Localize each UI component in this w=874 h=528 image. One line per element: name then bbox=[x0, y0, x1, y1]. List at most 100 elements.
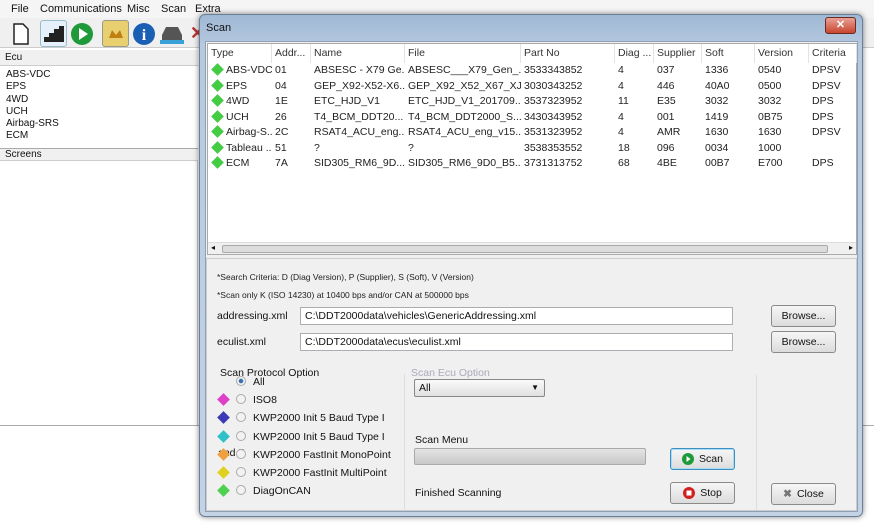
table-row[interactable]: ABS-VDC 01 ABSESC - X79 Ge... ABSESC___X79_… bbox=[208, 63, 856, 79]
cell-text: ETC_HJD_V1_201709... bbox=[408, 95, 521, 107]
table-cell: 18 bbox=[615, 141, 654, 156]
cell-text: ECM bbox=[226, 157, 250, 169]
info-icon[interactable]: i bbox=[130, 20, 157, 47]
column-header[interactable]: File bbox=[405, 44, 521, 63]
table-row[interactable]: Airbag-S... 2C RSAT4_ACU_eng... RSAT4_ACU_e… bbox=[208, 125, 856, 141]
scroll-right-icon[interactable]: ▸ bbox=[849, 243, 853, 252]
ecu-item[interactable]: EPS bbox=[6, 81, 192, 93]
protocol-option[interactable]: ISO8 bbox=[217, 392, 277, 408]
horizontal-scrollbar[interactable]: ◂ ▸ bbox=[208, 242, 856, 254]
radio-button[interactable] bbox=[236, 412, 246, 423]
menu-misc[interactable]: Misc bbox=[127, 3, 150, 15]
engine-icon[interactable] bbox=[102, 20, 129, 47]
chevron-down-icon: ▼ bbox=[531, 383, 539, 392]
protocol-option[interactable]: KWP2000 FastInit MultiPoint bbox=[217, 465, 387, 481]
addressing-input[interactable]: C:\DDT2000data\vehicles\GenericAddressin… bbox=[300, 307, 733, 325]
column-header[interactable]: Name bbox=[311, 44, 405, 63]
scan-label: Scan bbox=[699, 453, 723, 465]
eculist-label: eculist.xml bbox=[217, 336, 267, 348]
table-cell: 1630 bbox=[755, 125, 809, 140]
cell-text: ABSESC___X79_Gen_... bbox=[408, 64, 521, 76]
menu-scan[interactable]: Scan bbox=[161, 3, 186, 15]
column-header[interactable]: Criteria bbox=[809, 44, 857, 63]
protocol-option[interactable]: KWP2000 FastInit MonoPoint bbox=[217, 447, 391, 463]
column-header[interactable]: Addr... bbox=[272, 44, 311, 63]
table-row[interactable]: Tableau ... 51?? 3538353552 18 096 0034 1000 bbox=[208, 140, 856, 157]
table-cell: DPS bbox=[809, 110, 857, 125]
cell-text: 04 bbox=[275, 79, 287, 92]
protocol-label: KWP2000 Init 5 Baud Type I bbox=[253, 412, 385, 425]
ecu-item[interactable]: ECM bbox=[6, 130, 192, 142]
table-row[interactable]: EPS 04 GEP_X92-X52-X6... GEP_X92_X52_X67_XJ… bbox=[208, 78, 856, 95]
table-cell: 3731313752 bbox=[521, 156, 615, 171]
table-cell: DPS bbox=[809, 94, 857, 109]
eculist-input[interactable]: C:\DDT2000data\ecus\eculist.xml bbox=[300, 333, 733, 351]
cell-text: AMR bbox=[657, 126, 681, 138]
scroll-left-icon[interactable]: ◂ bbox=[211, 243, 215, 252]
new-document-icon[interactable] bbox=[7, 20, 34, 47]
cell-text: DPS bbox=[812, 95, 834, 107]
browse-eculist-button[interactable]: Browse... bbox=[771, 331, 836, 353]
radio-button[interactable] bbox=[236, 430, 246, 441]
radio-button[interactable] bbox=[236, 485, 246, 496]
car-icon[interactable] bbox=[158, 20, 185, 47]
browse-label: Browse... bbox=[781, 310, 826, 322]
ecu-item[interactable]: 4WD bbox=[6, 94, 192, 106]
menu-communications[interactable]: Communications bbox=[40, 3, 122, 15]
protocol-option[interactable]: DiagOnCAN bbox=[217, 483, 311, 499]
browse-addressing-button[interactable]: Browse... bbox=[771, 305, 836, 327]
table-cell: 001 bbox=[654, 110, 702, 125]
table-cell: RSAT4_ACU_eng_v15... bbox=[405, 125, 521, 140]
column-header[interactable]: Diag ... bbox=[615, 44, 654, 63]
green-diamond-icon bbox=[211, 78, 224, 92]
cell-text: T4_BCM_DDT2000_S... bbox=[408, 110, 521, 123]
column-header[interactable]: Part No bbox=[521, 44, 615, 63]
dialog-title: Scan bbox=[206, 22, 232, 34]
ecu-item[interactable]: Airbag-SRS bbox=[6, 118, 192, 130]
column-header[interactable]: Soft bbox=[702, 44, 755, 63]
radio-button[interactable] bbox=[236, 394, 246, 405]
cell-text: 3032 bbox=[758, 95, 782, 107]
table-cell: 4 bbox=[615, 63, 654, 78]
radio-button[interactable] bbox=[236, 376, 246, 386]
bar-steps-icon[interactable] bbox=[40, 20, 67, 47]
table-row[interactable]: UCH 26 T4_BCM_DDT20... T4_BCM_DDT2000_S... 3… bbox=[208, 109, 857, 126]
addressing-label: addressing.xml bbox=[217, 310, 288, 322]
scroll-thumb[interactable] bbox=[222, 245, 828, 253]
radio-button[interactable] bbox=[236, 467, 246, 477]
close-button[interactable]: ✖ Close bbox=[771, 483, 836, 505]
ecu-item[interactable]: ABS-VDC bbox=[6, 69, 192, 81]
green-diamond-icon bbox=[211, 156, 224, 169]
ecu-list: ABS-VDC EPS 4WD UCH Airbag-SRS ECM bbox=[0, 66, 198, 148]
protocol-option[interactable]: KWP2000 Init 5 Baud Type I and II bbox=[217, 429, 404, 459]
cell-text: DPSV bbox=[812, 126, 841, 138]
cell-text: EPS bbox=[226, 79, 248, 92]
table-cell: 3531323952 bbox=[521, 125, 615, 140]
dialog-close-button[interactable]: ✕ bbox=[825, 17, 856, 34]
ecu-option-select[interactable]: All ▼ bbox=[414, 379, 545, 397]
table-row[interactable]: 4WD 1E ETC_HJD_V1 ETC_HJD_V1_201709... 35373… bbox=[208, 94, 856, 110]
protocol-option[interactable]: KWP2000 Init 5 Baud Type I bbox=[217, 410, 385, 426]
menu-file[interactable]: File bbox=[11, 3, 29, 15]
play-icon bbox=[682, 453, 695, 465]
column-header[interactable]: Version bbox=[755, 44, 809, 63]
table-cell: 00B7 bbox=[702, 156, 755, 171]
cell-text: UCH bbox=[226, 110, 249, 123]
table-row[interactable]: ECM 7A SID305_RM6_9D... SID305_RM6_9D0_B5..… bbox=[208, 156, 856, 172]
column-header[interactable]: Type bbox=[208, 44, 272, 63]
play-icon[interactable] bbox=[68, 20, 95, 47]
stop-button[interactable]: Stop bbox=[670, 482, 735, 504]
protocol-diamond-icon bbox=[217, 484, 230, 498]
cell-text: GEP_X92_X52_X67_XJ... bbox=[408, 79, 521, 92]
column-header[interactable]: Supplier bbox=[654, 44, 702, 63]
protocol-option[interactable]: All bbox=[236, 374, 265, 390]
table-cell: ? bbox=[405, 141, 521, 156]
scan-button[interactable]: Scan bbox=[670, 448, 735, 470]
table-cell: UCH bbox=[208, 109, 272, 125]
radio-button[interactable] bbox=[236, 448, 246, 459]
ecu-item[interactable]: UCH bbox=[6, 106, 192, 118]
cell-text: ABSESC - X79 Ge... bbox=[314, 64, 405, 76]
table-cell: 26 bbox=[272, 110, 311, 125]
cell-text: 096 bbox=[657, 141, 675, 154]
browse-label: Browse... bbox=[781, 336, 826, 348]
